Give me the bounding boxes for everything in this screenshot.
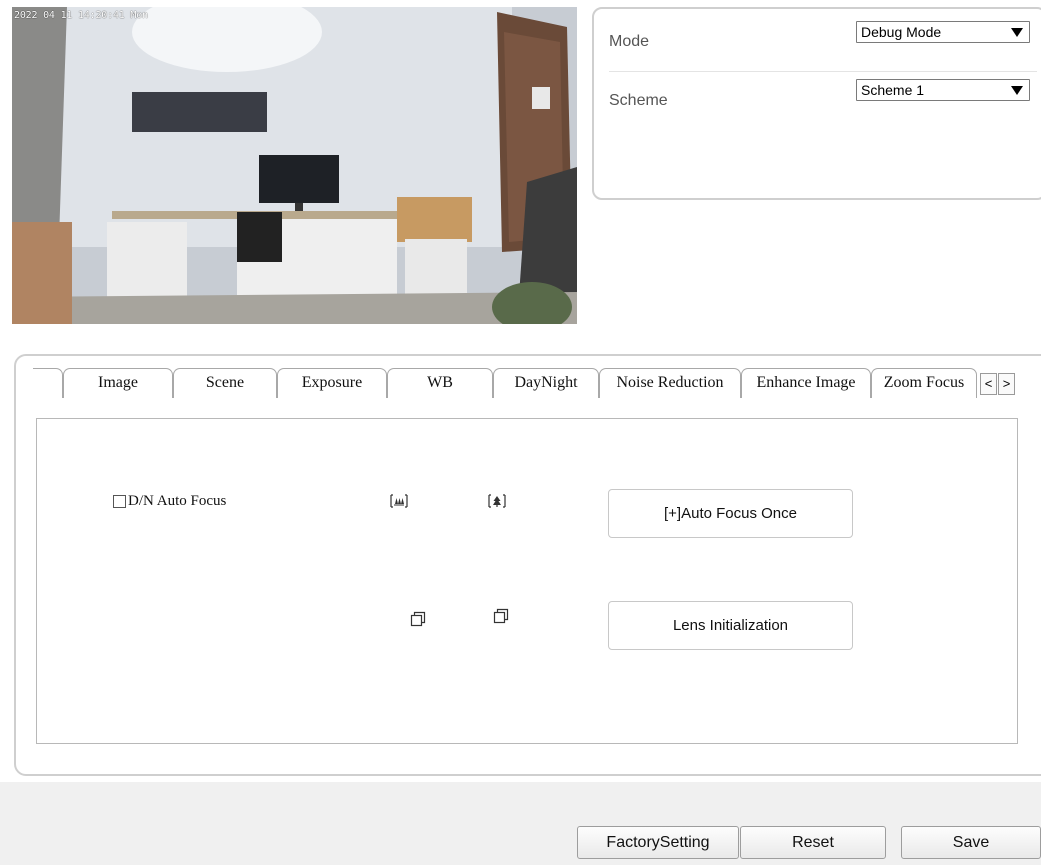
- factory-setting-button[interactable]: FactorySetting: [577, 826, 739, 859]
- mode-label: Mode: [609, 33, 650, 50]
- divider: [609, 71, 1037, 72]
- tab-scroll-next-button[interactable]: >: [998, 373, 1015, 395]
- tab-scroll-prev-button[interactable]: <: [980, 373, 997, 395]
- video-osd-timestamp: 2022 04 11 14:20:41 Mon: [14, 10, 148, 21]
- tab-scene[interactable]: Scene: [173, 368, 277, 398]
- auto-focus-once-button[interactable]: [+]Auto Focus Once: [608, 489, 853, 538]
- tab-noise-reduction[interactable]: Noise Reduction: [599, 368, 741, 398]
- focus-far-icon[interactable]: [490, 605, 512, 627]
- dn-auto-focus-option[interactable]: D/N Auto Focus: [113, 493, 226, 510]
- zoom-tele-icon[interactable]: [486, 490, 508, 512]
- dn-auto-focus-checkbox[interactable]: [113, 495, 126, 508]
- tab-exposure[interactable]: Exposure: [277, 368, 387, 398]
- tab-image[interactable]: Image: [63, 368, 173, 398]
- chevron-down-icon: [1011, 86, 1023, 95]
- mode-settings-panel: Mode Debug Mode Scheme Scheme 1: [592, 7, 1041, 200]
- reset-button[interactable]: Reset: [740, 826, 886, 859]
- lens-initialization-button[interactable]: Lens Initialization: [608, 601, 853, 650]
- save-button[interactable]: Save: [901, 826, 1041, 859]
- tab-enhance-image[interactable]: Enhance Image: [741, 368, 871, 398]
- zoom-wide-icon[interactable]: [388, 490, 410, 512]
- tab-wb[interactable]: WB: [387, 368, 493, 398]
- focus-near-icon[interactable]: [407, 608, 429, 630]
- scheme-label: Scheme: [609, 92, 668, 109]
- chevron-down-icon: [1011, 28, 1023, 37]
- mode-select-value: Debug Mode: [861, 24, 942, 40]
- dn-auto-focus-label: D/N Auto Focus: [128, 493, 227, 509]
- tab-hidden-previous[interactable]: [33, 368, 63, 398]
- live-video-preview: 2022 04 11 14:20:41 Mon: [12, 7, 577, 324]
- scheme-select-value: Scheme 1: [861, 82, 925, 98]
- mode-select[interactable]: Debug Mode: [856, 21, 1030, 43]
- tab-daynight[interactable]: DayNight: [493, 368, 599, 398]
- zoom-focus-content: [36, 418, 1018, 744]
- scheme-select[interactable]: Scheme 1: [856, 79, 1030, 101]
- tab-zoom-focus[interactable]: Zoom Focus: [871, 368, 977, 398]
